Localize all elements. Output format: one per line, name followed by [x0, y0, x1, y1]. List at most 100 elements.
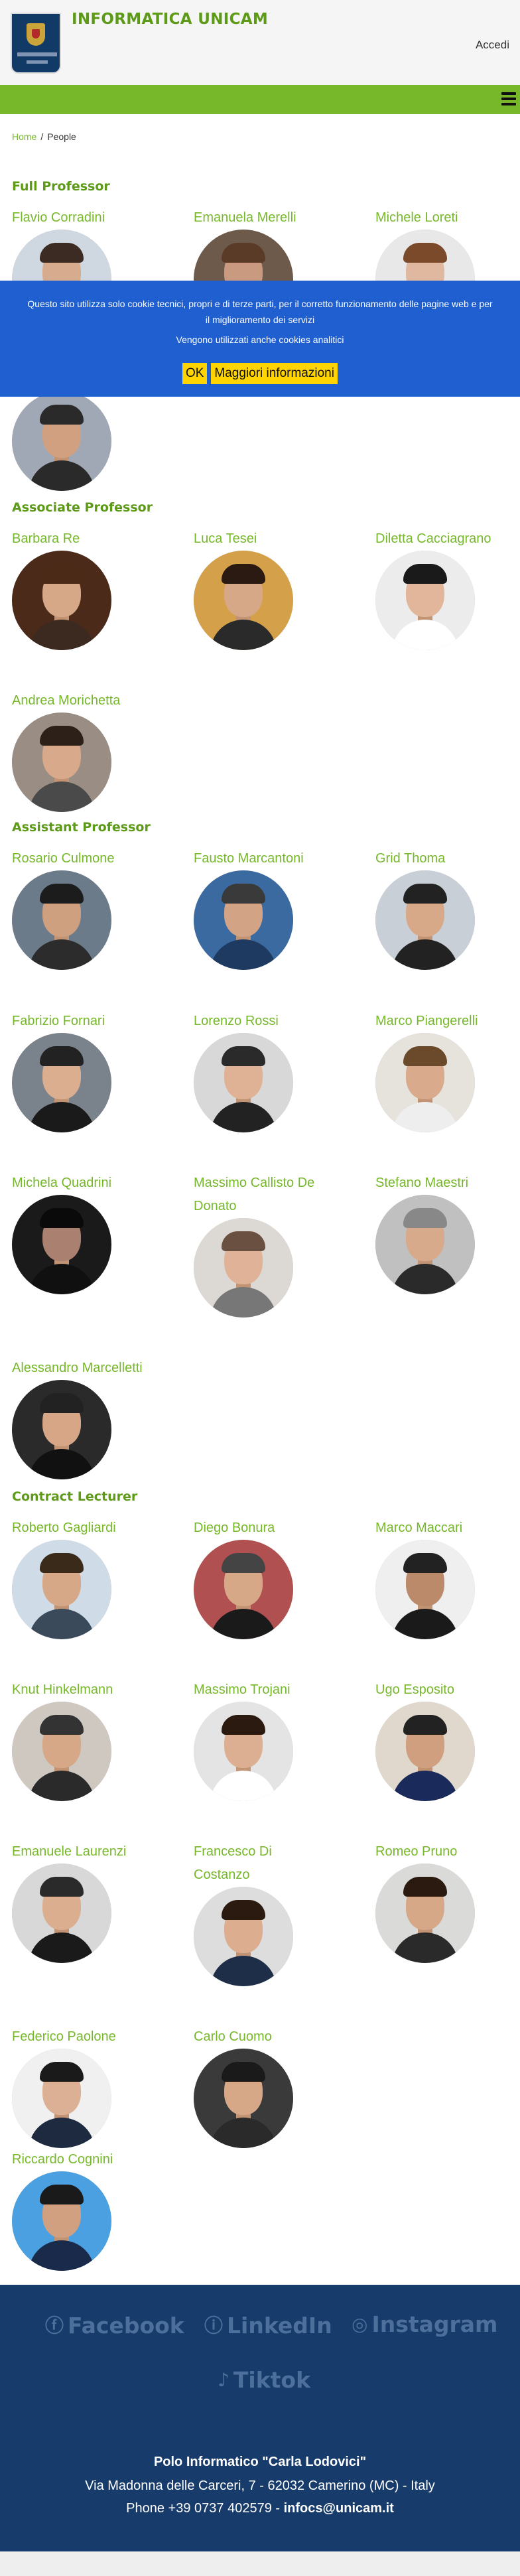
person-name[interactable]: Carlo Cuomo — [194, 2025, 366, 2049]
site-footer: ⓕ Facebook ⓘ LinkedIn ◎ Instagram ♪ Tiktok P… — [0, 2285, 520, 2551]
person-card[interactable]: Massimo Callisto De Donato — [194, 1172, 366, 1318]
person-card[interactable]: Flavio Corradini — [12, 206, 184, 329]
instagram-link[interactable]: ◎ Instagram — [352, 2311, 497, 2337]
university-logo[interactable] — [11, 13, 61, 74]
cookie-more-info-button[interactable]: Maggiori informazioni — [211, 363, 338, 384]
linkedin-link[interactable]: ⓘ LinkedIn — [204, 2311, 332, 2339]
linkedin-icon: ⓘ — [204, 2315, 224, 2337]
person-card[interactable]: Diletta Cacciagrano — [375, 527, 520, 650]
person-card[interactable]: Luca Tesei — [194, 527, 366, 650]
person-card[interactable]: Stefano Maestri — [375, 1172, 520, 1294]
person-photo — [12, 2171, 111, 2271]
person-name[interactable]: Romeo Pruno — [375, 1840, 520, 1864]
person-card[interactable]: Ugo Esposito — [375, 1678, 520, 1801]
person-card[interactable]: Marco Piangerelli — [375, 1010, 520, 1132]
person-name[interactable]: Marco Maccari — [375, 1517, 520, 1540]
person-name[interactable]: Roberto Gagliardi — [12, 1517, 184, 1540]
person-name[interactable]: Michele Loreti — [375, 206, 520, 230]
person-name[interactable]: Emanuele Laurenzi — [12, 1840, 184, 1864]
person-card[interactable]: Riccardo Cognini — [12, 2148, 184, 2271]
person-photo — [194, 1540, 293, 1639]
person-name[interactable]: Francesco Di — [194, 1840, 366, 1864]
person-card[interactable]: Rosario Culmone — [12, 847, 184, 970]
breadcrumb-separator: / — [40, 131, 44, 142]
footer-email[interactable]: infocs@unicam.it — [284, 2501, 394, 2516]
person-card[interactable]: Carlo Cuomo — [194, 2025, 366, 2148]
person-name[interactable]: Fausto Marcantoni — [194, 847, 366, 870]
person-name[interactable]: Marco Piangerelli — [375, 1010, 520, 1033]
person-card[interactable]: Michele Loreti — [375, 206, 520, 329]
person-name[interactable]: Rosario Culmone — [12, 847, 184, 870]
facebook-link[interactable]: ⓕ Facebook — [45, 2311, 184, 2339]
person-card[interactable]: Fausto Marcantoni — [194, 847, 366, 970]
person-photo — [375, 1033, 475, 1132]
section-title-full-professor: Full Professor — [12, 179, 110, 194]
person-photo — [194, 1033, 293, 1132]
person-name[interactable]: Lorenzo Rossi — [194, 1010, 366, 1033]
person-name[interactable]: Luca Tesei — [194, 527, 366, 551]
person-name[interactable]: Massimo Trojani — [194, 1678, 366, 1702]
section-title-associate-professor: Associate Professor — [12, 500, 153, 515]
menu-icon[interactable] — [501, 92, 516, 105]
person-card[interactable]: Michela Quadrini — [12, 1172, 184, 1294]
person-card[interactable]: Federico Paolone — [12, 2025, 184, 2148]
person-card[interactable]: Emanuele Laurenzi — [12, 1840, 184, 1963]
person-name[interactable]: Barbara Re — [12, 527, 184, 551]
person-card[interactable]: Romeo Pruno — [375, 1840, 520, 1963]
person-photo — [194, 1218, 293, 1318]
person-card[interactable]: Fabrizio Fornari — [12, 1010, 184, 1132]
person-photo — [12, 712, 111, 812]
person-name[interactable]: Riccardo Cognini — [12, 2148, 184, 2171]
person-photo — [194, 2049, 293, 2148]
person-card[interactable]: Francesco Di Costanzo — [194, 1840, 366, 1986]
person-name-line2[interactable]: Donato — [194, 1195, 366, 1218]
tiktok-link[interactable]: ♪ Tiktok — [218, 2367, 310, 2393]
breadcrumb: Home / People — [12, 131, 76, 142]
person-card[interactable]: Grid Thoma — [375, 847, 520, 970]
person-photo — [194, 1887, 293, 1986]
login-link[interactable]: Accedi — [476, 38, 509, 52]
person-name[interactable]: Massimo Callisto De — [194, 1172, 366, 1195]
person-photo — [375, 551, 475, 650]
person-card[interactable]: Andrea Morichetta — [12, 689, 184, 812]
person-name[interactable]: Grid Thoma — [375, 847, 520, 870]
person-photo — [375, 1195, 475, 1294]
person-card[interactable]: Knut Hinkelmann — [12, 1678, 184, 1801]
facebook-icon: ⓕ — [45, 2315, 64, 2337]
site-title[interactable]: INFORMATICA UNICAM — [72, 11, 268, 28]
footer-contact: Phone +39 0737 402579 - infocs@unicam.it — [0, 2501, 520, 2516]
person-name[interactable]: Ugo Esposito — [375, 1678, 520, 1702]
person-photo — [12, 870, 111, 970]
person-name[interactable]: Flavio Corradini — [12, 206, 184, 230]
person-photo — [12, 1033, 111, 1132]
person-photo — [12, 551, 111, 650]
person-name-line2[interactable]: Costanzo — [194, 1864, 366, 1887]
person-photo — [194, 1702, 293, 1801]
person-name[interactable]: Andrea Morichetta — [12, 689, 184, 712]
person-name[interactable]: Diego Bonura — [194, 1517, 366, 1540]
person-card[interactable]: Lorenzo Rossi — [194, 1010, 366, 1132]
person-card[interactable]: Barbara Re — [12, 527, 184, 650]
person-name[interactable]: Diletta Cacciagrano — [375, 527, 520, 551]
person-name[interactable]: Alessandro Marcelletti — [12, 1357, 184, 1380]
instagram-icon: ◎ — [352, 2313, 368, 2335]
nav-bar — [0, 85, 520, 114]
person-card[interactable]: Alessandro Marcelletti — [12, 1357, 184, 1479]
person-name[interactable]: Stefano Maestri — [375, 1172, 520, 1195]
cookie-analytics-text: Vengono utilizzati anche cookies analiti… — [176, 334, 344, 345]
person-name[interactable]: Federico Paolone — [12, 2025, 184, 2049]
person-card[interactable]: Massimo Trojani — [194, 1678, 366, 1801]
breadcrumb-home[interactable]: Home — [12, 131, 36, 142]
person-card[interactable]: Roberto Gagliardi — [12, 1517, 184, 1639]
person-photo — [12, 1195, 111, 1294]
person-name[interactable]: Michela Quadrini — [12, 1172, 184, 1195]
site-header: INFORMATICA UNICAM Accedi — [0, 0, 520, 85]
person-name[interactable]: Emanuela Merelli — [194, 206, 366, 230]
person-photo — [194, 870, 293, 970]
person-card[interactable]: Marco Maccari — [375, 1517, 520, 1639]
person-card[interactable]: Diego Bonura — [194, 1517, 366, 1639]
person-name[interactable]: Knut Hinkelmann — [12, 1678, 184, 1702]
person-name[interactable]: Fabrizio Fornari — [12, 1010, 184, 1033]
person-card[interactable]: Emanuela Merelli — [194, 206, 366, 329]
cookie-ok-button[interactable]: OK — [182, 363, 208, 384]
